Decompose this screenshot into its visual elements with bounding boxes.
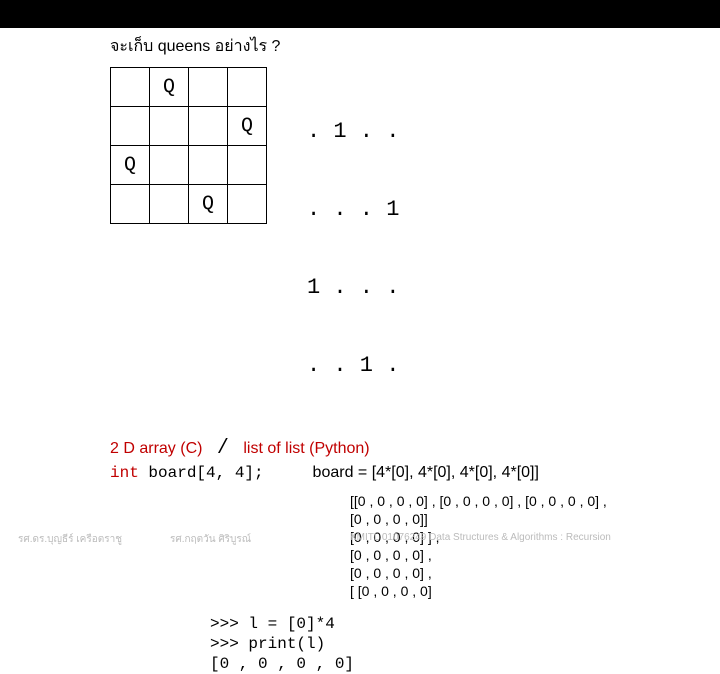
repl-line: [0 , 0 , 0 , 0] [210,654,510,674]
cell: Q [150,68,189,107]
list-label: list of list (Python) [243,440,369,457]
cell [150,107,189,146]
board-label: 2 D array (C) [110,440,202,457]
repl-block: >>> l = [0]*4 >>> print(l) [0 , 0 , 0 , … [210,614,510,674]
matrix-row: 1 . . . [307,275,399,301]
cell [111,68,150,107]
cell [228,185,267,224]
repl-line: >>> print(l) [210,634,510,654]
cell [228,68,267,107]
matrix-row: . 1 . . [307,119,399,145]
cell [189,107,228,146]
repl-line: >>> l = [0]*4 [210,614,510,634]
out-line: [[0 , 0 , 0 , 0] , [0 , 0 , 0 , 0] , [0 … [350,492,610,528]
cell [150,185,189,224]
output-block: [[0 , 0 , 0 , 0] , [0 , 0 , 0 , 0] , [0 … [350,492,610,600]
int-keyword: int [110,464,139,482]
out-line: [0 , 0 , 0 , 0] , [350,564,610,582]
cell [150,146,189,185]
cell [228,146,267,185]
cell [111,185,150,224]
cell [189,68,228,107]
out-line: [ [0 , 0 , 0 , 0] [350,582,610,600]
cell: Q [189,185,228,224]
code-decl-row: int board[4, 4]; board = [4*[0], 4*[0], … [110,464,610,482]
board-column: Q Q Q Q [110,67,267,224]
top-black-bar [0,0,720,28]
matrix-display: . 1 . . . . . 1 1 . . . . . 1 . [307,67,399,431]
slash: / [217,437,229,460]
board-decl: board[4, 4]; [139,464,264,482]
cell: Q [228,107,267,146]
board-rhs: board = [4*[0], 4*[0], 4*[0], 4*[0]] [313,464,539,481]
labels-row: 2 D array (C) / list of list (Python) [110,437,610,460]
cell [189,146,228,185]
cell: Q [111,146,150,185]
out-line: [0 , 0 , 0 , 0] , [350,546,610,564]
matrix-row: . . 1 . [307,353,399,379]
cell [111,107,150,146]
footer-course: KMITL 01076249 Data Structures & Algorit… [350,532,611,543]
matrix-row: . . . 1 [307,197,399,223]
slide-title: จะเก็บ queens อย่างไร ? [110,34,610,59]
queens-board: Q Q Q Q [110,67,267,224]
